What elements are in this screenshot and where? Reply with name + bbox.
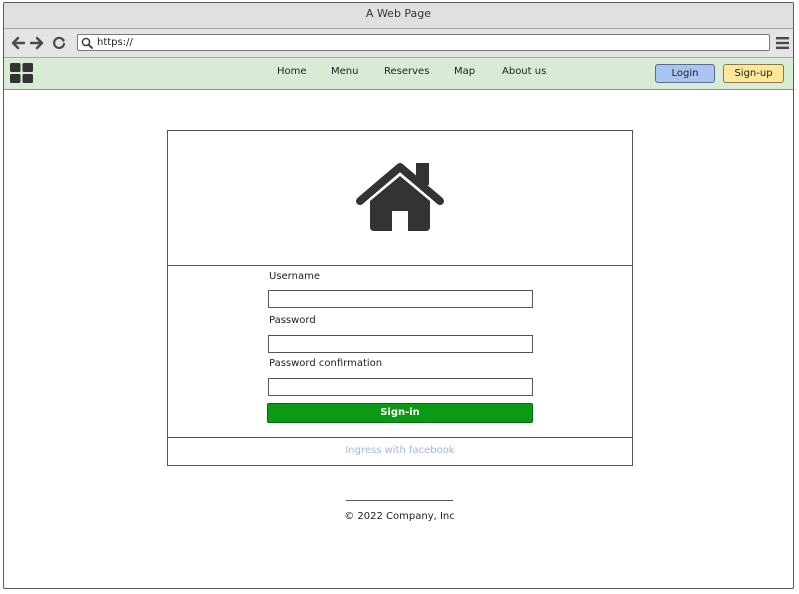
nav-link-about-us[interactable]: About us	[502, 66, 546, 77]
password-input[interactable]	[268, 335, 533, 353]
url-text: https://	[97, 37, 133, 48]
nav-link-home[interactable]: Home	[277, 66, 307, 77]
copyright-text: © 2022 Company, Inc	[344, 511, 455, 522]
password-label: Password	[269, 315, 316, 326]
username-label: Username	[269, 271, 320, 282]
signin-button[interactable]: Sign-in	[267, 403, 533, 423]
signup-button[interactable]: Sign-up	[723, 64, 784, 83]
signup-card: Username Password Password confirmation …	[167, 130, 633, 466]
window-title: A Web Page	[365, 7, 432, 20]
login-button[interactable]: Login	[655, 64, 715, 83]
password-confirmation-label: Password confirmation	[269, 358, 383, 369]
footer-divider	[346, 500, 453, 501]
nav-link-map[interactable]: Map	[454, 66, 475, 77]
card-hero	[168, 131, 632, 266]
username-input[interactable]	[268, 290, 533, 308]
browser-address-bar: https://	[4, 29, 793, 58]
reload-icon[interactable]	[51, 35, 67, 51]
site-navbar: Home Menu Reserves Map About us Login Si…	[4, 58, 793, 90]
window-titlebar: A Web Page	[4, 3, 793, 29]
back-arrow-icon[interactable]	[10, 35, 26, 51]
card-footer: Ingress with facebook	[168, 437, 632, 466]
house-icon	[356, 163, 444, 231]
search-icon	[81, 37, 93, 49]
nav-link-reserves[interactable]: Reserves	[384, 66, 429, 77]
password-confirmation-input[interactable]	[268, 378, 533, 396]
browser-window: A Web Page https:// Home Menu Reserves M…	[3, 2, 794, 589]
url-input[interactable]: https://	[77, 34, 770, 51]
nav-link-menu[interactable]: Menu	[331, 66, 358, 77]
forward-arrow-icon[interactable]	[29, 35, 45, 51]
facebook-login-link[interactable]: Ingress with facebook	[168, 445, 632, 456]
hamburger-menu-icon[interactable]	[776, 36, 789, 50]
